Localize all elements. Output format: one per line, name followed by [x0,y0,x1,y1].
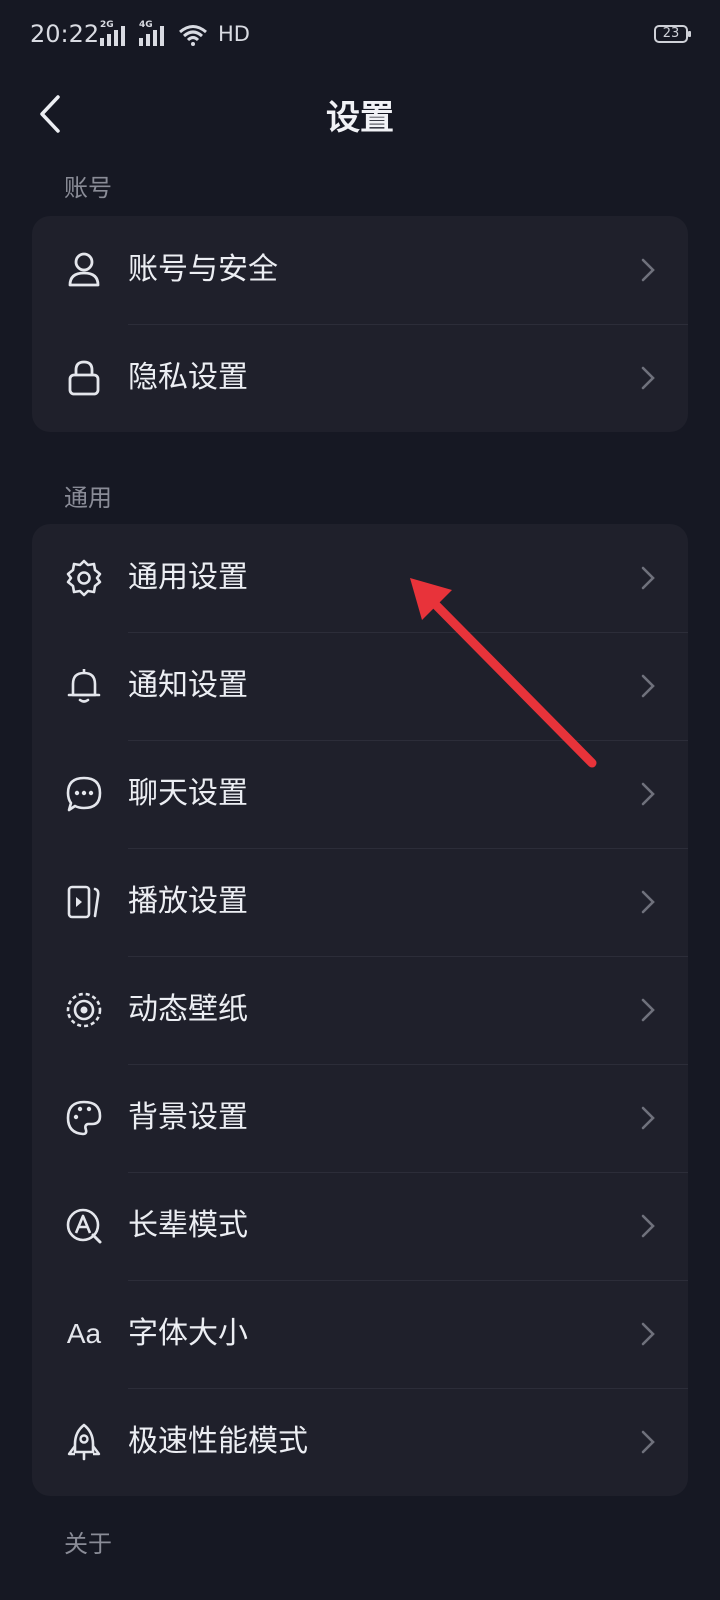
row-label: 极速性能模式 [128,1424,308,1459]
row-label: 账号与安全 [128,252,278,287]
play-icon [64,882,104,922]
row-label: 背景设置 [128,1100,248,1135]
rocket-icon [64,1422,104,1462]
status-icons: 2G 4G HD [100,20,250,46]
row-font-size[interactable]: Aa 字体大小 [32,1280,688,1388]
chevron-right-icon [641,366,655,390]
user-icon [64,250,104,290]
chevron-right-icon [641,258,655,282]
row-chat-settings[interactable]: 聊天设置 [32,740,688,848]
chevron-right-icon [641,1430,655,1454]
lock-icon [64,358,104,398]
chevron-right-icon [641,1106,655,1130]
row-elder-mode[interactable]: 长辈模式 [32,1172,688,1280]
wifi-icon [179,25,207,46]
elder-mode-icon [64,1206,104,1246]
row-label: 通知设置 [128,668,248,703]
row-label: 动态壁纸 [128,992,248,1027]
chevron-right-icon [641,1322,655,1346]
row-label: 长辈模式 [128,1208,248,1243]
chevron-right-icon [641,890,655,914]
row-notification-settings[interactable]: 通知设置 [32,632,688,740]
chevron-right-icon [641,566,655,590]
row-label: 播放设置 [128,884,248,919]
row-background-settings[interactable]: 背景设置 [32,1064,688,1172]
row-live-wallpaper[interactable]: 动态壁纸 [32,956,688,1064]
general-card: 通用设置 通知设置 聊天设置 播放设置 动态壁纸 背景设置 长辈模式 Aa 字体… [32,524,688,1496]
page-title: 设置 [326,98,394,138]
row-general-settings[interactable]: 通用设置 [32,524,688,632]
row-playback-settings[interactable]: 播放设置 [32,848,688,956]
chevron-right-icon [641,1214,655,1238]
header: 设置 [0,72,720,172]
row-performance-mode[interactable]: 极速性能模式 [32,1388,688,1496]
row-label: 聊天设置 [128,776,248,811]
status-bar: 20:22 2G 4G HD 23 [0,0,720,72]
palette-icon [64,1098,104,1138]
section-label-about: 关于 [64,1530,112,1558]
status-time: 20:22 [30,20,100,48]
row-account-security[interactable]: 账号与安全 [32,216,688,324]
row-label: 字体大小 [128,1316,248,1351]
chevron-right-icon [641,782,655,806]
row-label: 通用设置 [128,560,248,595]
signal-4g-icon: 4G [139,20,164,46]
signal-2g-icon: 2G [100,20,125,46]
font-size-icon: Aa [66,1318,102,1349]
chevron-right-icon [641,998,655,1022]
chat-icon [64,774,104,814]
hd-indicator: HD [218,22,250,46]
section-label-account: 账号 [64,174,112,202]
battery-icon: 23 [654,25,691,43]
row-label: 隐私设置 [128,360,248,395]
account-card: 账号与安全 隐私设置 [32,216,688,432]
bell-icon [64,666,104,706]
wallpaper-icon [64,990,104,1030]
gear-icon [64,558,104,598]
chevron-right-icon [641,674,655,698]
row-privacy[interactable]: 隐私设置 [32,324,688,432]
section-label-general: 通用 [64,484,112,512]
